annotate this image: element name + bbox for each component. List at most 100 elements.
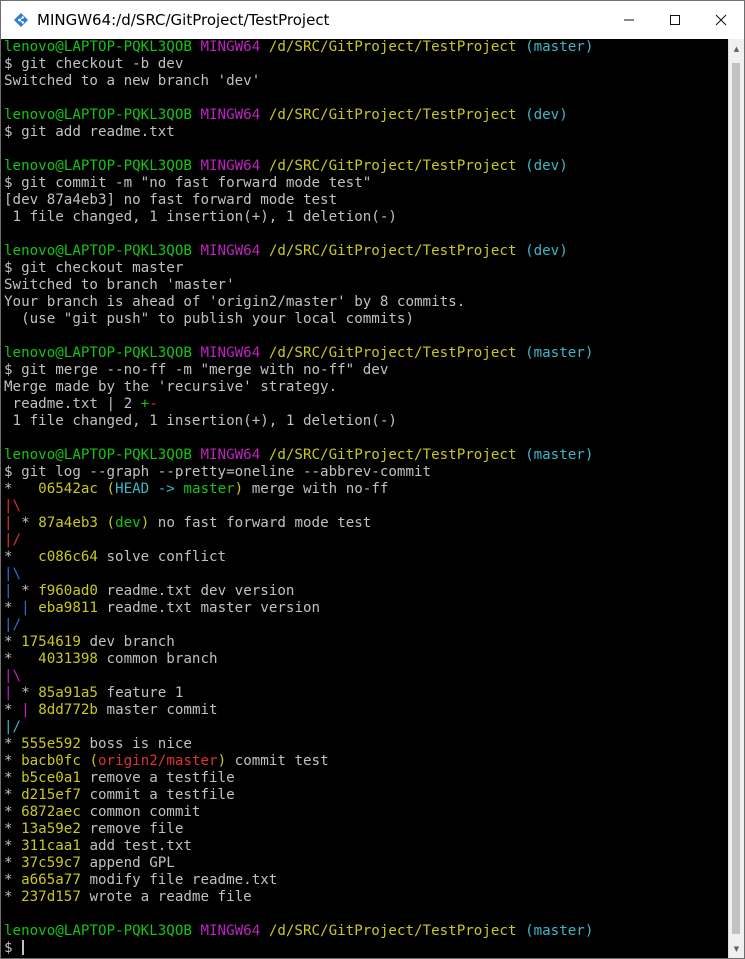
terminal-segment: |\: [4, 668, 22, 684]
terminal-line: [dev 87a4eb3] no fast forward mode test: [4, 192, 593, 209]
terminal-segment: readme.txt | 2: [4, 396, 141, 412]
terminal-segment: no fast forward mode test: [149, 515, 372, 531]
terminal-segment: [dev 87a4eb3] no fast forward mode test: [4, 192, 338, 208]
terminal-segment: /d/SRC/GitProject/TestProject: [268, 447, 526, 463]
terminal-segment: lenovo@LAPTOP-PQKL3QOB: [4, 39, 201, 55]
terminal-segment: $: [4, 940, 22, 956]
terminal-line: (use "git push" to publish your local co…: [4, 311, 593, 328]
terminal-segment: 6872aec: [21, 804, 90, 820]
terminal-segment: lenovo@LAPTOP-PQKL3QOB: [4, 447, 201, 463]
terminal-segment: ): [234, 481, 244, 497]
terminal-segment: $ git checkout master: [4, 260, 184, 276]
terminal-segment: solve conflict: [106, 549, 227, 565]
terminal-line: |\: [4, 566, 593, 583]
terminal-line: lenovo@LAPTOP-PQKL3QOB MINGW64 /d/SRC/Gi…: [4, 923, 593, 940]
terminal-line: * 37c59c7 append GPL: [4, 855, 593, 872]
terminal-segment: (master): [525, 447, 594, 463]
terminal-segment: HEAD ->: [115, 481, 184, 497]
terminal-segment: *: [4, 634, 22, 650]
terminal-line: Switched to branch 'master': [4, 277, 593, 294]
terminal-line: * 13a59e2 remove file: [4, 821, 593, 838]
terminal-segment: *: [4, 753, 22, 769]
terminal-segment: remove a testfile: [89, 770, 235, 786]
terminal-segment: $ git log --graph --pretty=oneline --abb…: [4, 464, 432, 480]
terminal-segment: *: [4, 855, 22, 871]
scroll-up-arrow-icon[interactable]: ▲: [729, 41, 744, 56]
terminal-segment: wrote a readme file: [89, 889, 252, 905]
terminal-segment: *: [4, 702, 22, 718]
terminal-segment: Merge made by the 'recursive' strategy.: [4, 379, 338, 395]
terminal-segment: 8dd772b: [38, 702, 107, 718]
terminal-segment: *: [4, 838, 22, 854]
terminal-segment: modify file readme.txt: [89, 872, 278, 888]
terminal-line: * 555e592 boss is nice: [4, 736, 593, 753]
terminal-line: lenovo@LAPTOP-PQKL3QOB MINGW64 /d/SRC/Gi…: [4, 158, 593, 175]
terminal-segment: *: [4, 804, 22, 820]
terminal-line: $ git log --graph --pretty=oneline --abb…: [4, 464, 593, 481]
terminal-line: |/: [4, 719, 593, 736]
terminal-segment: *: [4, 770, 22, 786]
terminal-line: * 06542ac (HEAD -> master) merge with no…: [4, 481, 593, 498]
scroll-down-arrow-icon[interactable]: ▼: [729, 941, 744, 956]
terminal-segment: ): [217, 753, 227, 769]
terminal-segment: (dev): [525, 107, 568, 123]
terminal-line: * b5ce0a1 remove a testfile: [4, 770, 593, 787]
terminal-line: | * 85a91a5 feature 1: [4, 685, 593, 702]
minimize-button[interactable]: [606, 1, 652, 39]
terminal-lines: lenovo@LAPTOP-PQKL3QOB MINGW64 /d/SRC/Gi…: [4, 39, 593, 957]
terminal-line: | * 87a4eb3 (dev) no fast forward mode t…: [4, 515, 593, 532]
terminal-line: * a665a77 modify file readme.txt: [4, 872, 593, 889]
terminal-line: * | 8dd772b master commit: [4, 702, 593, 719]
terminal-segment: *: [4, 736, 22, 752]
git-bash-icon[interactable]: [13, 12, 29, 28]
terminal-line: Merge made by the 'recursive' strategy.: [4, 379, 593, 396]
terminal-segment: (dev): [525, 158, 568, 174]
terminal-segment: *: [4, 872, 22, 888]
terminal-segment: lenovo@LAPTOP-PQKL3QOB: [4, 923, 201, 939]
terminal-segment: f960ad0: [38, 583, 107, 599]
terminal-segment: *: [4, 549, 39, 565]
vertical-scrollbar[interactable]: ▲ ▼: [728, 39, 744, 958]
maximize-button[interactable]: [652, 1, 698, 39]
title-bar[interactable]: MINGW64:/d/SRC/GitProject/TestProject: [1, 1, 744, 40]
terminal-line: lenovo@LAPTOP-PQKL3QOB MINGW64 /d/SRC/Gi…: [4, 39, 593, 56]
terminal-segment: (dev): [525, 243, 568, 259]
close-button[interactable]: [698, 1, 744, 39]
terminal-segment: /d/SRC/GitProject/TestProject: [268, 158, 526, 174]
terminal-segment: origin2/master: [97, 753, 218, 769]
terminal-segment: 311caa1: [21, 838, 90, 854]
terminal-segment: add test.txt: [89, 838, 192, 854]
terminal-line: Switched to a new branch 'dev': [4, 73, 593, 90]
terminal-segment: *: [4, 821, 22, 837]
terminal-line: * 311caa1 add test.txt: [4, 838, 593, 855]
scrollbar-thumb[interactable]: [732, 63, 740, 934]
terminal-segment: *: [21, 583, 39, 599]
terminal-segment: (: [106, 481, 116, 497]
terminal-segment: a665a77: [21, 872, 90, 888]
terminal-segment: lenovo@LAPTOP-PQKL3QOB: [4, 107, 201, 123]
terminal-segment: merge with no-ff: [243, 481, 389, 497]
terminal-line: $ git commit -m "no fast forward mode te…: [4, 175, 593, 192]
terminal-segment: master commit: [106, 702, 218, 718]
terminal-line: readme.txt | 2 +-: [4, 396, 593, 413]
terminal-segment: lenovo@LAPTOP-PQKL3QOB: [4, 158, 201, 174]
terminal-segment: 85a91a5: [38, 685, 107, 701]
terminal-segment: Switched to branch 'master': [4, 277, 235, 293]
terminal-line: * 237d157 wrote a readme file: [4, 889, 593, 906]
terminal-line: $: [4, 940, 593, 957]
terminal-line: |/: [4, 617, 593, 634]
terminal-segment: *: [21, 515, 39, 531]
terminal-segment: (master): [525, 39, 594, 55]
terminal-segment: common branch: [106, 651, 218, 667]
terminal-segment: $ git commit -m "no fast forward mode te…: [4, 175, 372, 191]
terminal-segment: *: [4, 889, 22, 905]
terminal-segment: (: [106, 515, 116, 531]
terminal-output[interactable]: lenovo@LAPTOP-PQKL3QOB MINGW64 /d/SRC/Gi…: [1, 39, 729, 958]
terminal-segment: *: [4, 651, 39, 667]
terminal-window: MINGW64:/d/SRC/GitProject/TestProject le…: [0, 0, 745, 959]
terminal-segment: 37c59c7: [21, 855, 90, 871]
terminal-segment: Switched to a new branch 'dev': [4, 73, 261, 89]
terminal-segment: MINGW64: [200, 923, 269, 939]
